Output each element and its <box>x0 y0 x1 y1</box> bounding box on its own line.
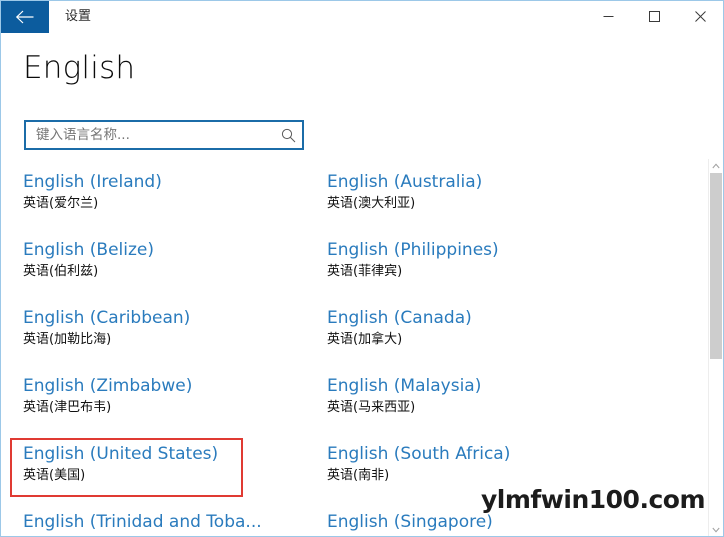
list-item[interactable]: English (Zimbabwe) 英语(津巴布韦) <box>23 373 323 441</box>
language-name-zh: 英语(伯利兹) <box>23 264 99 279</box>
vertical-scrollbar[interactable] <box>708 159 723 536</box>
list-item[interactable]: English (Trinidad and Toba... <box>23 509 323 536</box>
language-name-zh: 英语(美国) <box>23 468 86 483</box>
minimize-icon <box>603 16 613 17</box>
language-name-en: English (Singapore) <box>327 512 493 532</box>
list-item[interactable]: English (South Africa) 英语(南非) <box>327 441 627 509</box>
search-button[interactable] <box>274 122 302 148</box>
list-item[interactable]: English (Philippines) 英语(菲律宾) <box>327 237 627 305</box>
language-name-en: English (Ireland) <box>23 172 162 192</box>
language-name-zh: 英语(澳大利亚) <box>327 196 416 211</box>
list-item[interactable]: English (Ireland) 英语(爱尔兰) <box>23 169 323 237</box>
language-name-zh: 英语(津巴布韦) <box>23 400 112 415</box>
search-icon <box>281 128 295 142</box>
language-name-en: English (Canada) <box>327 308 472 328</box>
language-name-zh: 英语(马来西亚) <box>327 400 416 415</box>
language-name-zh: 英语(南非) <box>327 468 390 483</box>
language-grid: English (Ireland) 英语(爱尔兰) English (Austr… <box>2 159 710 536</box>
list-item[interactable]: English (Australia) 英语(澳大利亚) <box>327 169 627 237</box>
language-name-en: English (Zimbabwe) <box>23 376 193 396</box>
minimize-button[interactable] <box>585 1 631 32</box>
page-title: English <box>23 50 136 86</box>
language-name-zh: 英语(爱尔兰) <box>23 196 99 211</box>
language-name-en: English (Caribbean) <box>23 308 191 328</box>
language-name-en: English (Malaysia) <box>327 376 482 396</box>
scrollbar-thumb[interactable] <box>710 173 722 359</box>
back-arrow-icon <box>15 10 34 24</box>
chevron-up-icon <box>712 163 720 169</box>
language-list: English (Ireland) 英语(爱尔兰) English (Austr… <box>2 159 710 536</box>
back-button[interactable] <box>1 1 49 33</box>
title-bar: 设置 <box>1 1 723 33</box>
settings-window: 设置 English 键入语言名称... English (Ireland) 英… <box>0 0 724 537</box>
language-name-en: English (Australia) <box>327 172 483 192</box>
language-name-zh: 英语(加拿大) <box>327 332 403 347</box>
scroll-up-button[interactable] <box>709 159 723 173</box>
language-name-en: English (Belize) <box>23 240 155 260</box>
close-icon <box>694 11 706 22</box>
close-button[interactable] <box>677 1 723 32</box>
window-controls <box>585 1 723 32</box>
list-item-selected[interactable]: English (United States) 英语(美国) <box>23 441 323 509</box>
search-input[interactable] <box>26 122 274 148</box>
language-name-zh: 英语(菲律宾) <box>327 264 403 279</box>
list-item[interactable]: English (Singapore) <box>327 509 627 536</box>
maximize-icon <box>648 11 660 22</box>
language-name-en: English (Trinidad and Toba... <box>23 512 262 532</box>
language-name-en: English (United States) <box>23 444 219 464</box>
list-item[interactable]: English (Canada) 英语(加拿大) <box>327 305 627 373</box>
window-title: 设置 <box>65 9 92 24</box>
language-name-zh: 英语(加勒比海) <box>23 332 112 347</box>
maximize-button[interactable] <box>631 1 677 32</box>
search-box[interactable] <box>24 120 304 150</box>
list-item[interactable]: English (Caribbean) 英语(加勒比海) <box>23 305 323 373</box>
language-name-en: English (South Africa) <box>327 444 511 464</box>
language-name-en: English (Philippines) <box>327 240 499 260</box>
list-item[interactable]: English (Malaysia) 英语(马来西亚) <box>327 373 627 441</box>
scroll-down-button[interactable] <box>709 523 723 536</box>
list-item[interactable]: English (Belize) 英语(伯利兹) <box>23 237 323 305</box>
chevron-down-icon <box>712 527 720 533</box>
